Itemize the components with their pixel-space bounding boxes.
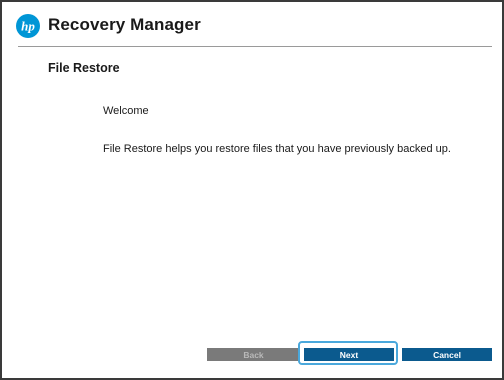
back-button[interactable]: Back xyxy=(207,348,300,361)
app-header: hp Recovery Manager xyxy=(2,2,502,46)
svg-text:hp: hp xyxy=(21,19,35,34)
cancel-button[interactable]: Cancel xyxy=(402,348,492,361)
hp-logo-icon: hp xyxy=(16,14,40,38)
description-text: File Restore helps you restore files tha… xyxy=(103,143,451,155)
page-title: File Restore xyxy=(48,61,120,75)
next-button[interactable]: Next xyxy=(304,348,394,361)
welcome-heading: Welcome xyxy=(103,105,149,117)
app-title: Recovery Manager xyxy=(48,15,201,34)
header-divider xyxy=(18,46,492,47)
recovery-manager-window: hp Recovery Manager File Restore Welcome… xyxy=(0,0,504,380)
